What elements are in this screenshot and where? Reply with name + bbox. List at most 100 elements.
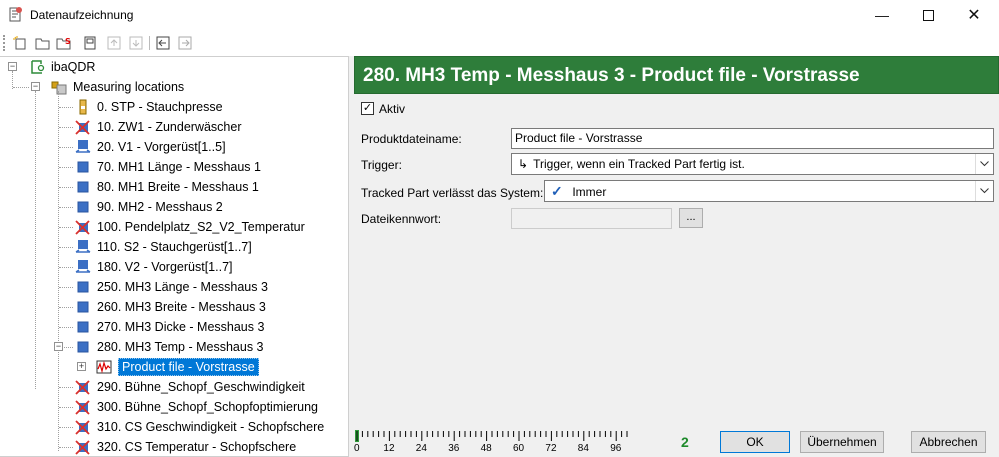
chevron-down-icon[interactable] — [975, 154, 993, 174]
tree-connector — [59, 167, 73, 168]
chevron-down-icon[interactable] — [975, 181, 993, 201]
group-collapse-toggle[interactable]: − — [31, 82, 40, 91]
check-icon: ✓ — [362, 102, 373, 114]
new-icon — [13, 36, 26, 50]
tree-item[interactable]: 180. V2 - Vorgerüst[1..7] — [75, 257, 233, 277]
tree-item[interactable]: 260. MH3 Breite - Messhaus 3 — [75, 297, 266, 317]
ruler-tick-label: 36 — [448, 443, 460, 454]
ruler-tick-label: 24 — [415, 443, 427, 454]
trigger-select[interactable]: ↳ Trigger, wenn ein Tracked Part fertig … — [511, 153, 994, 175]
measuring-location-block-icon — [75, 319, 91, 335]
tree-connector — [59, 407, 73, 408]
tree-item-label: 90. MH2 - Messhaus 2 — [97, 200, 223, 214]
open-s-button[interactable]: S — [55, 34, 73, 52]
apply-button[interactable]: Übernehmen — [800, 431, 884, 453]
measuring-location-arrows-icon — [75, 239, 91, 255]
tree-root[interactable]: ibaQDR — [29, 57, 95, 77]
product-name-input[interactable]: Product file - Vorstrasse — [511, 128, 994, 149]
measuring-location-block-icon — [75, 179, 91, 195]
ok-button[interactable]: OK — [720, 431, 790, 453]
tree-item-label: 300. Bühne_Schopf_Schopfoptimierung — [97, 400, 318, 414]
tree-item-label: 20. V1 - Vorgerüst[1..5] — [97, 140, 226, 154]
item-collapse-toggle[interactable]: − — [54, 342, 63, 351]
root-collapse-toggle[interactable]: − — [8, 62, 17, 71]
minimize-button[interactable]: — — [859, 0, 905, 30]
tree-item[interactable]: 90. MH2 - Messhaus 2 — [75, 197, 223, 217]
tree-item[interactable]: 250. MH3 Länge - Messhaus 3 — [75, 277, 268, 297]
measuring-location-cross-icon — [75, 419, 91, 435]
tree-item-label: 0. STP - Stauchpresse — [97, 100, 223, 114]
tree-item-product-file-label: Product file - Vorstrasse — [118, 358, 259, 376]
tree-item[interactable]: 20. V1 - Vorgerüst[1..5] — [75, 137, 226, 157]
ruler-tick-label: 60 — [513, 443, 525, 454]
tree-connector — [59, 327, 73, 328]
tree-connector — [59, 267, 73, 268]
tree-item[interactable]: 280. MH3 Temp - Messhaus 3 — [75, 337, 264, 357]
forward-button[interactable] — [176, 34, 194, 52]
tree-item[interactable]: 10. ZW1 - Zunderwäscher — [75, 117, 242, 137]
toolbar-separator — [149, 36, 150, 50]
measuring-location-gauge-icon — [75, 99, 91, 115]
tree-item-label: 290. Bühne_Schopf_Geschwindigkeit — [97, 380, 305, 394]
measuring-location-arrows-icon — [75, 139, 91, 155]
tree-item[interactable]: 80. MH1 Breite - Messhaus 1 — [75, 177, 259, 197]
tree-item[interactable]: 100. Pendelplatz_S2_V2_Temperatur — [75, 217, 305, 237]
tree-item-label: 320. CS Temperatur - Schopfschere — [97, 440, 297, 454]
tree-item[interactable]: 0. STP - Stauchpresse — [75, 97, 223, 117]
browse-button[interactable]: ... — [679, 208, 703, 228]
tree-item-label: 100. Pendelplatz_S2_V2_Temperatur — [97, 220, 305, 234]
tree-connector — [59, 387, 73, 388]
title-bar: Datenaufzeichnung — ✕ — [0, 0, 999, 30]
move-up-button[interactable] — [105, 34, 123, 52]
tree-item-product-file[interactable]: Product file - Vorstrasse — [96, 357, 259, 377]
child-expand-toggle[interactable]: + — [77, 362, 86, 371]
password-input[interactable] — [511, 208, 672, 229]
measuring-locations-icon — [51, 79, 67, 95]
ibaqdr-icon — [29, 59, 45, 75]
tree-item[interactable]: 310. CS Geschwindigkeit - Schopfschere — [75, 417, 324, 437]
close-button[interactable]: ✕ — [951, 0, 997, 30]
measuring-location-block-icon — [75, 199, 91, 215]
ruler-tick-label: 96 — [610, 443, 622, 454]
tracked-part-value: Immer — [572, 185, 607, 199]
tree-root-label: ibaQDR — [51, 60, 96, 74]
aktiv-checkbox[interactable]: ✓ — [361, 102, 374, 115]
tree-item[interactable]: 300. Bühne_Schopf_Schopfoptimierung — [75, 397, 318, 417]
tree-item-label: 310. CS Geschwindigkeit - Schopfschere — [97, 420, 325, 434]
tree-item[interactable]: 290. Bühne_Schopf_Geschwindigkeit — [75, 377, 305, 397]
trigger-value: Trigger, wenn ein Tracked Part fertig is… — [533, 157, 745, 171]
tree-connector — [59, 427, 73, 428]
tree-group-measuring-locations[interactable]: Measuring locations — [51, 77, 184, 97]
password-label: Dateikennwort: — [361, 212, 442, 226]
minimize-icon: — — [875, 7, 889, 23]
tree-connector — [59, 107, 73, 108]
trigger-arrow-icon: ↳ — [518, 157, 529, 171]
tree-item[interactable]: 320. CS Temperatur - Schopfschere — [75, 437, 297, 456]
back-button[interactable] — [154, 34, 172, 52]
panel-header: 280. MH3 Temp - Messhaus 3 - Product fil… — [354, 56, 999, 94]
maximize-button[interactable] — [905, 0, 951, 30]
measuring-location-block-icon — [75, 159, 91, 175]
new-button[interactable] — [11, 34, 29, 52]
tree-item-label: 180. V2 - Vorgerüst[1..7] — [97, 260, 233, 274]
measuring-locations-tree[interactable]: − ibaQDR − Measuring locations 0. STP - … — [0, 56, 349, 457]
product-file-count: 2 — [681, 434, 689, 450]
ruler-tick-label: 0 — [354, 443, 360, 454]
tree-item[interactable]: 270. MH3 Dicke - Messhaus 3 — [75, 317, 264, 337]
product-name-label: Produktdateiname: — [361, 132, 462, 146]
tree-connector — [59, 127, 73, 128]
tree-item-label: 70. MH1 Länge - Messhaus 1 — [97, 160, 261, 174]
open-s-icon: S — [56, 37, 71, 50]
tree-item[interactable]: 70. MH1 Länge - Messhaus 1 — [75, 157, 261, 177]
tracked-part-label: Tracked Part verlässt das System: — [361, 186, 544, 200]
ruler-tick-label: 72 — [545, 443, 557, 454]
tree-item-label: 260. MH3 Breite - Messhaus 3 — [97, 300, 266, 314]
trigger-label: Trigger: — [361, 158, 402, 172]
tracked-part-select[interactable]: ✓ Immer — [544, 180, 994, 202]
cancel-button[interactable]: Abbrechen — [911, 431, 986, 453]
tree-item[interactable]: 110. S2 - Stauchgerüst[1..7] — [75, 237, 252, 257]
measuring-location-block-icon — [75, 299, 91, 315]
save-button[interactable] — [81, 34, 99, 52]
open-button[interactable] — [33, 34, 51, 52]
move-down-button[interactable] — [127, 34, 145, 52]
